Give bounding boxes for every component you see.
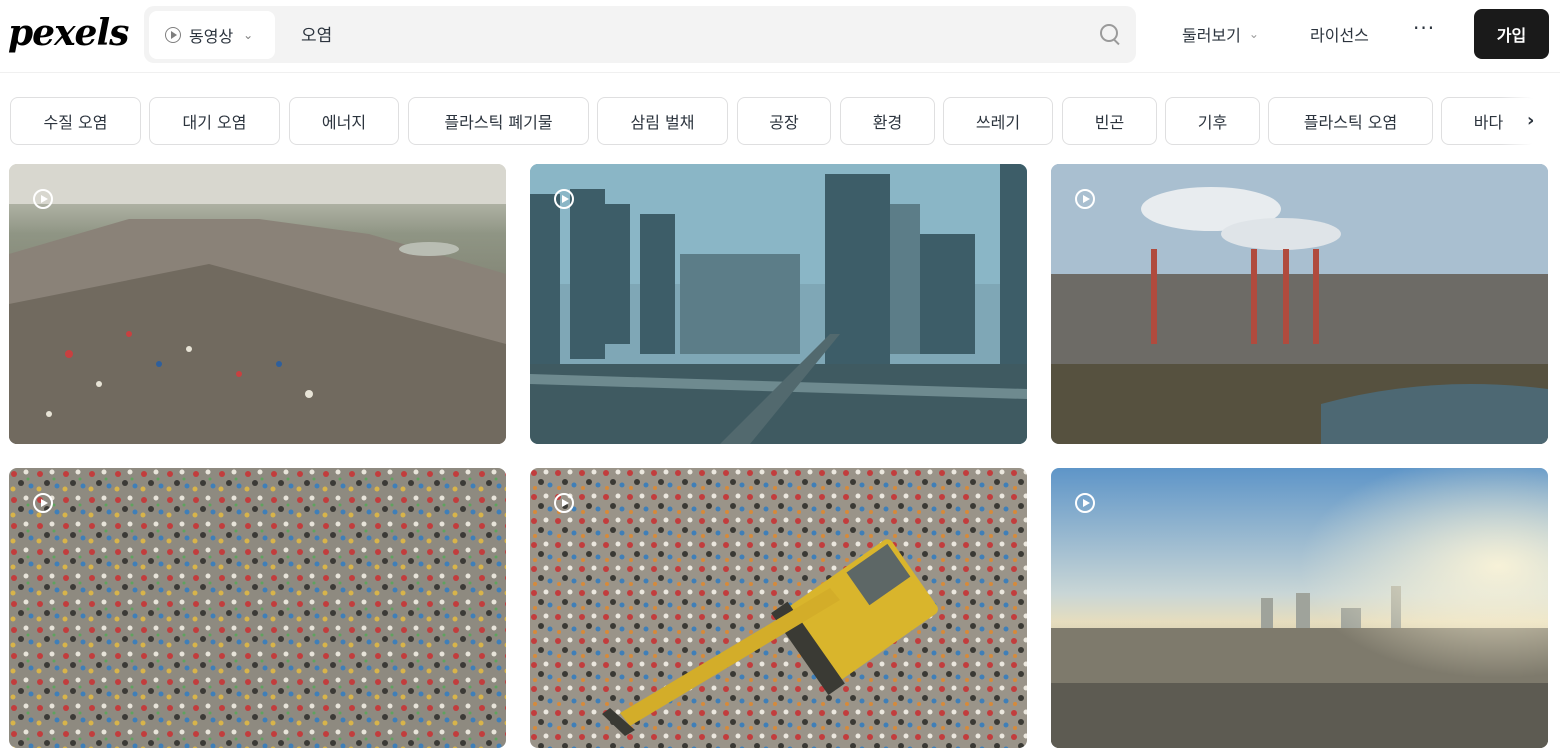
pexels-logo[interactable]: pexels (8, 12, 129, 54)
tag-chip[interactable]: 삼림 벌채 (597, 97, 728, 145)
more-icon[interactable]: ··· (1413, 16, 1435, 40)
join-button[interactable]: 가입 (1474, 9, 1549, 59)
tag-chip[interactable]: 수질 오염 (10, 97, 141, 145)
chevron-right-icon[interactable]: › (1527, 110, 1534, 131)
tag-chip[interactable]: 대기 오염 (149, 97, 280, 145)
media-type-dropdown[interactable]: 동영상 ⌄ (149, 11, 275, 59)
search-input[interactable]: 오염 (301, 21, 332, 46)
search-bar: 동영상 ⌄ 오염 (144, 6, 1136, 63)
video-thumbnail (1051, 468, 1548, 748)
top-header: pexels 동영상 ⌄ 오염 둘러보기 ⌄ 라이선스 ··· 가입 (0, 0, 1560, 73)
play-circle-icon (1075, 493, 1095, 513)
tag-chip[interactable]: 에너지 (289, 97, 399, 145)
video-thumbnail (1051, 164, 1548, 444)
video-thumbnail (530, 164, 1027, 444)
tag-chip[interactable]: 플라스틱 폐기물 (408, 97, 589, 145)
play-circle-icon (554, 493, 574, 513)
play-circle-icon (33, 493, 53, 513)
related-tags-bar: 수질 오염 대기 오염 에너지 플라스틱 폐기물 삼림 벌채 공장 환경 쓰레기… (10, 97, 1534, 147)
video-card[interactable] (9, 164, 506, 444)
video-thumbnail (530, 468, 1027, 748)
media-type-label: 동영상 (189, 27, 234, 46)
video-card[interactable] (1051, 468, 1548, 748)
video-thumbnail (9, 468, 506, 748)
search-icon[interactable] (1100, 24, 1118, 42)
video-card[interactable] (9, 468, 506, 748)
tag-chip[interactable]: 환경 (840, 97, 935, 145)
chevron-down-icon: ⌄ (1248, 27, 1259, 41)
explore-label: 둘러보기 (1182, 26, 1241, 45)
play-circle-icon (1075, 189, 1095, 209)
tag-chip[interactable]: 플라스틱 오염 (1268, 97, 1433, 145)
license-link[interactable]: 라이선스 (1310, 22, 1369, 46)
tag-chip[interactable]: 빈곤 (1062, 97, 1157, 145)
video-card[interactable] (1051, 164, 1548, 444)
play-circle-icon (554, 189, 574, 209)
explore-menu[interactable]: 둘러보기 ⌄ (1182, 22, 1259, 46)
tag-chip[interactable]: 쓰레기 (943, 97, 1053, 145)
play-circle-icon (33, 189, 53, 209)
play-icon (165, 27, 181, 43)
chevron-down-icon: ⌄ (243, 28, 254, 42)
video-card[interactable] (530, 164, 1027, 444)
video-card[interactable] (530, 468, 1027, 748)
video-thumbnail (9, 164, 506, 444)
tag-chip[interactable]: 기후 (1165, 97, 1260, 145)
tag-chip[interactable]: 공장 (737, 97, 831, 145)
